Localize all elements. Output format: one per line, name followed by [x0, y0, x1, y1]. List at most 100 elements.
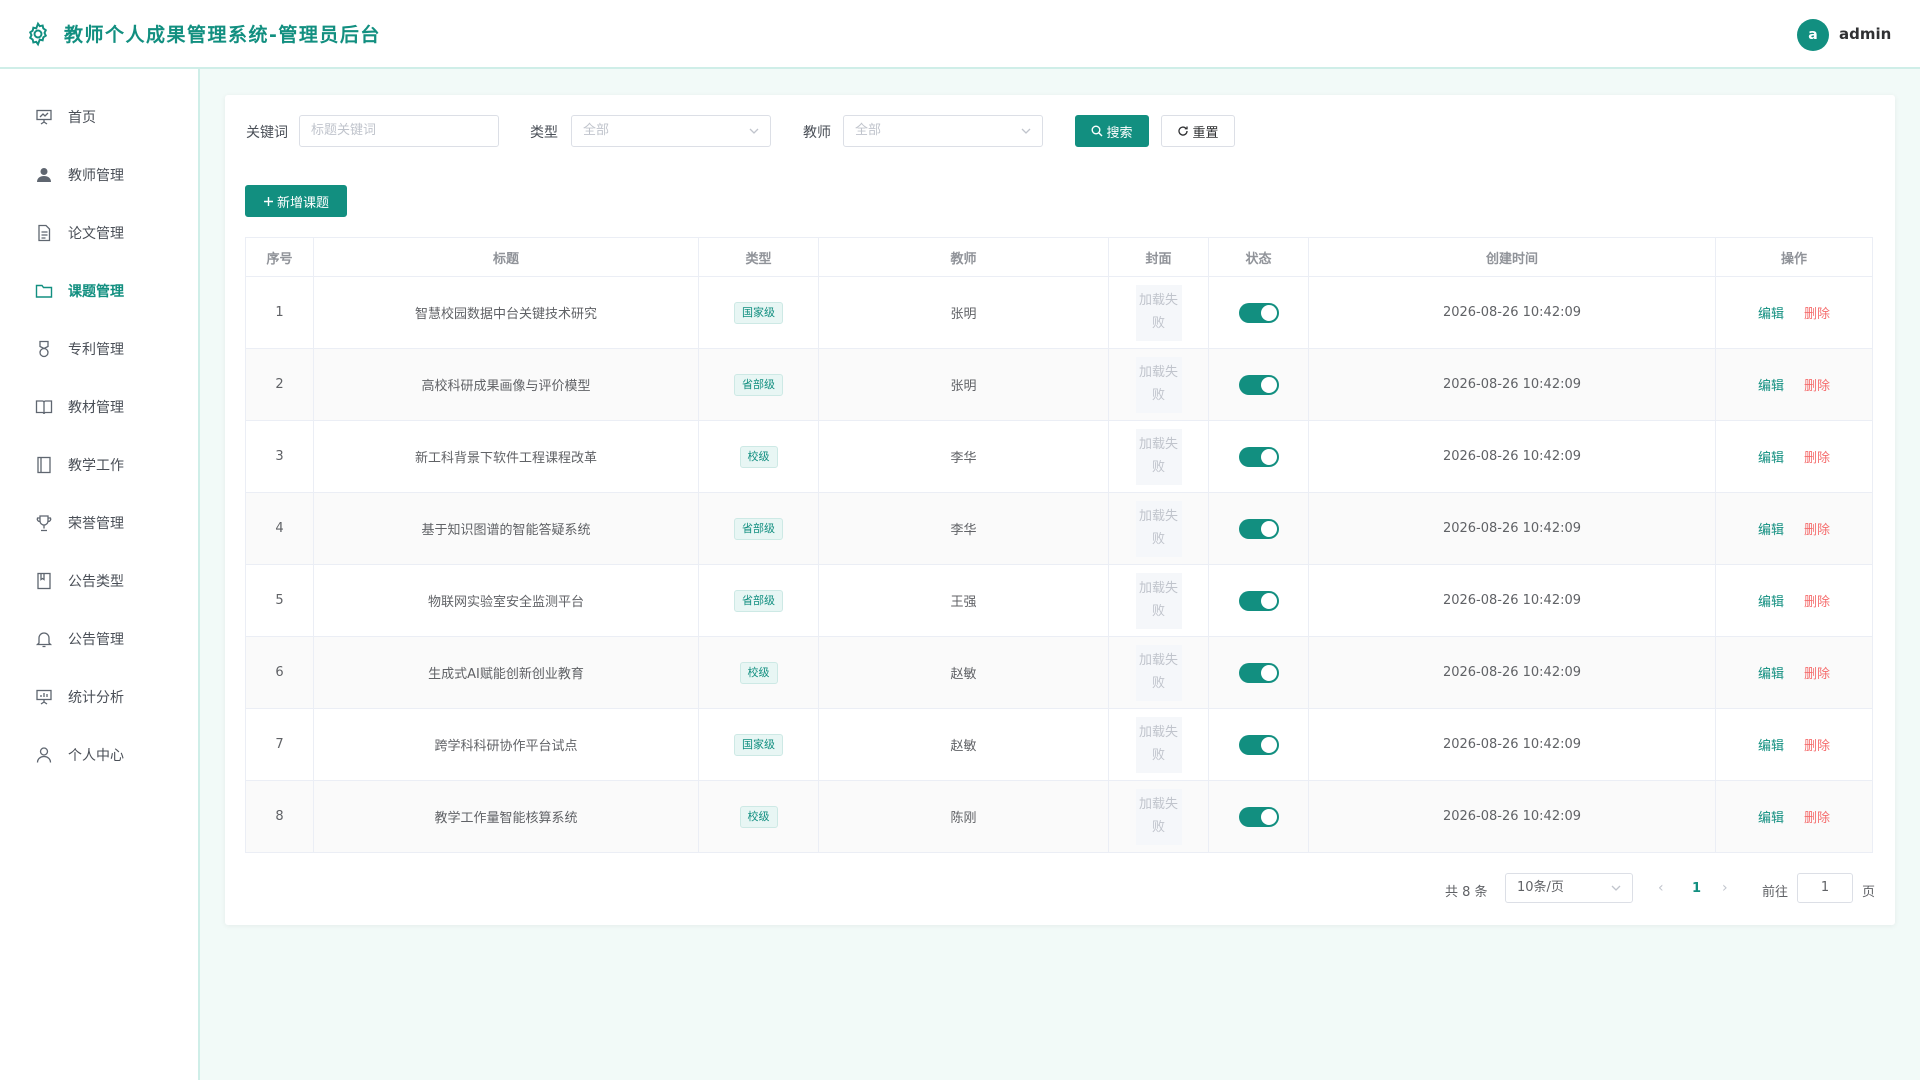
- edit-button[interactable]: 编辑: [1758, 663, 1784, 682]
- sidebar-item-notice-types[interactable]: 公告类型: [0, 560, 198, 600]
- cell-cover: 加载失败: [1109, 565, 1209, 636]
- chart-board-icon: [36, 689, 52, 705]
- cover-image-error: 加载失败: [1135, 716, 1182, 773]
- page-number-current[interactable]: 1: [1692, 881, 1701, 896]
- sidebar-item-home[interactable]: 首页: [0, 96, 198, 136]
- type-tag: 省部级: [734, 373, 783, 396]
- keyword-input[interactable]: [311, 116, 498, 145]
- edit-button[interactable]: 编辑: [1758, 735, 1784, 754]
- sidebar-item-notices[interactable]: 公告管理: [0, 618, 198, 658]
- goto-label: 前往: [1762, 885, 1789, 900]
- row-created-time: 2026-08-26 10:42:09: [1442, 377, 1582, 392]
- cover-image-error: 加载失败: [1135, 500, 1182, 557]
- cell-actions: 编辑 删除: [1716, 493, 1872, 564]
- row-created-time: 2026-08-26 10:42:09: [1442, 737, 1582, 752]
- delete-button[interactable]: 删除: [1804, 447, 1830, 466]
- row-teacher: 赵敏: [950, 667, 977, 682]
- edit-button[interactable]: 编辑: [1758, 303, 1784, 322]
- cell-type: 校级: [699, 781, 819, 852]
- sidebar-item-honors[interactable]: 荣誉管理: [0, 502, 198, 542]
- notepad-icon: [37, 572, 51, 590]
- delete-button[interactable]: 删除: [1804, 663, 1830, 682]
- gear-icon: [28, 21, 48, 47]
- delete-button[interactable]: 删除: [1804, 375, 1830, 394]
- row-title: 生成式AI赋能创新创业教育: [428, 667, 584, 682]
- edit-button[interactable]: 编辑: [1758, 519, 1784, 538]
- row-title: 教学工作量智能核算系统: [434, 811, 578, 826]
- sidebar-item-patents[interactable]: 专利管理: [0, 328, 198, 368]
- sidebar-item-teachers[interactable]: 教师管理: [0, 154, 198, 194]
- row-created-time: 2026-08-26 10:42:09: [1442, 593, 1582, 608]
- status-toggle[interactable]: [1238, 302, 1279, 323]
- column-header: 创建时间: [1309, 238, 1716, 276]
- cell-teacher: 赵敏: [819, 637, 1109, 708]
- cell-teacher: 王强: [819, 565, 1109, 636]
- sidebar-item-teaching[interactable]: 教学工作: [0, 444, 198, 484]
- delete-button[interactable]: 删除: [1804, 807, 1830, 826]
- edit-button[interactable]: 编辑: [1758, 375, 1784, 394]
- pagination-total: 共 8 条: [1445, 885, 1488, 900]
- sidebar-item-statistics[interactable]: 统计分析: [0, 676, 198, 716]
- sidebar-item-label: 个人中心: [68, 748, 124, 764]
- sidebar-item-label: 首页: [68, 110, 96, 126]
- reset-button[interactable]: 重置: [1161, 115, 1235, 147]
- status-toggle[interactable]: [1238, 518, 1279, 539]
- delete-button[interactable]: 删除: [1804, 303, 1830, 322]
- edit-button[interactable]: 编辑: [1758, 807, 1784, 826]
- goto-page-input[interactable]: 1: [1797, 873, 1853, 903]
- delete-button[interactable]: 删除: [1804, 519, 1830, 538]
- type-tag: 校级: [739, 661, 778, 684]
- cell-title: 智慧校园数据中台关键技术研究: [314, 277, 699, 348]
- notebook-icon: [37, 456, 51, 474]
- next-page-icon[interactable]: ›: [1722, 880, 1728, 896]
- table-body: 1 智慧校园数据中台关键技术研究 国家级 张明 加载失败 2026-08-26 10:42…: [246, 277, 1872, 853]
- status-toggle[interactable]: [1238, 662, 1279, 683]
- delete-button[interactable]: 删除: [1804, 735, 1830, 754]
- type-tag: 省部级: [734, 517, 783, 540]
- type-tag: 校级: [739, 805, 778, 828]
- status-toggle[interactable]: [1238, 590, 1279, 611]
- prev-page-icon[interactable]: ‹: [1658, 880, 1664, 896]
- page-size-value: 10条/页: [1517, 880, 1564, 895]
- search-button[interactable]: 搜索: [1075, 115, 1149, 147]
- status-toggle[interactable]: [1238, 806, 1279, 827]
- cell-index: 8: [246, 781, 314, 852]
- teacher-label: 教师: [803, 125, 831, 141]
- page-size-select[interactable]: 10条/页: [1505, 873, 1633, 903]
- cell-status: [1209, 421, 1309, 492]
- cell-actions: 编辑 删除: [1716, 277, 1872, 348]
- cell-cover: 加载失败: [1109, 709, 1209, 780]
- cover-image-error: 加载失败: [1135, 284, 1182, 341]
- cell-teacher: 李华: [819, 493, 1109, 564]
- add-project-button[interactable]: 新增课题: [245, 185, 347, 217]
- status-toggle[interactable]: [1238, 374, 1279, 395]
- sidebar-item-profile[interactable]: 个人中心: [0, 734, 198, 774]
- edit-button[interactable]: 编辑: [1758, 591, 1784, 610]
- cell-status: [1209, 493, 1309, 564]
- cell-status: [1209, 637, 1309, 708]
- sidebar-item-papers[interactable]: 论文管理: [0, 212, 198, 252]
- sidebar-item-textbooks[interactable]: 教材管理: [0, 386, 198, 426]
- avatar[interactable]: a: [1797, 19, 1829, 51]
- status-toggle[interactable]: [1238, 734, 1279, 755]
- chevron-down-icon: [749, 128, 759, 134]
- bell-icon: [35, 632, 53, 648]
- cell-created: 2026-08-26 10:42:09: [1309, 277, 1716, 348]
- sidebar-item-label: 教师管理: [68, 168, 124, 184]
- type-label: 类型: [530, 125, 558, 141]
- status-toggle[interactable]: [1238, 446, 1279, 467]
- edit-button[interactable]: 编辑: [1758, 447, 1784, 466]
- teacher-select[interactable]: 全部: [843, 115, 1043, 147]
- username[interactable]: admin: [1839, 25, 1891, 43]
- chevron-down-icon: [1021, 128, 1031, 134]
- sidebar-item-projects[interactable]: 课题管理: [0, 270, 198, 310]
- delete-button[interactable]: 删除: [1804, 591, 1830, 610]
- row-created-time: 2026-08-26 10:42:09: [1442, 305, 1582, 320]
- cover-image-error: 加载失败: [1135, 644, 1182, 701]
- trophy-icon: [36, 515, 52, 532]
- type-select[interactable]: 全部: [571, 115, 771, 147]
- cell-title: 新工科背景下软件工程课程改革: [314, 421, 699, 492]
- cell-teacher: 张明: [819, 349, 1109, 420]
- row-created-time: 2026-08-26 10:42:09: [1442, 809, 1582, 824]
- sidebar-item-label: 公告管理: [68, 632, 124, 648]
